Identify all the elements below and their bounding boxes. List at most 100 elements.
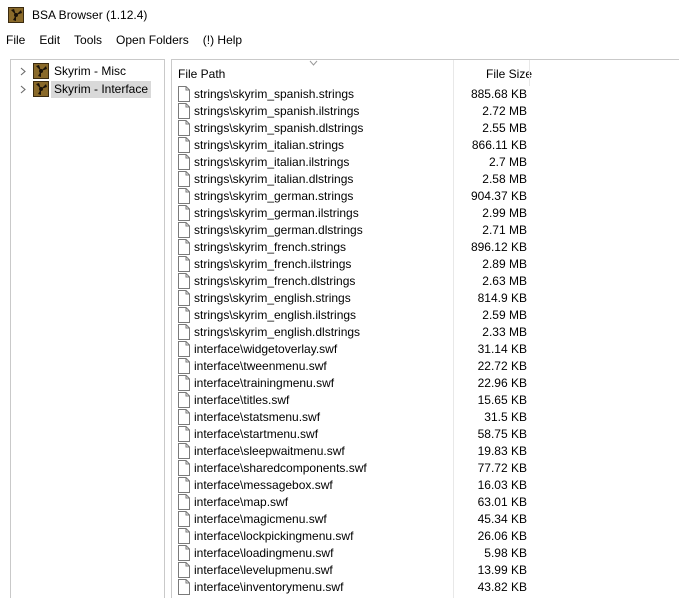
file-row[interactable]: strings\skyrim_english.strings 814.9 KB xyxy=(172,290,679,307)
file-size: 31.14 KB xyxy=(477,342,527,356)
file-path: interface\widgetoverlay.swf xyxy=(194,342,338,356)
file-path: strings\skyrim_english.strings xyxy=(194,291,351,305)
tree-node-label: Skyrim - Interface xyxy=(51,80,152,98)
file-path: interface\statsmenu.swf xyxy=(194,410,321,424)
file-row[interactable]: strings\skyrim_english.ilstrings 2.59 MB xyxy=(172,307,679,324)
file-size: 13.99 KB xyxy=(477,563,527,577)
file-row[interactable]: interface\sleepwaitmenu.swf 19.83 KB xyxy=(172,443,679,460)
menu-file[interactable]: File xyxy=(0,30,32,50)
file-size: 43.82 KB xyxy=(477,580,527,594)
file-row[interactable]: interface\widgetoverlay.swf 31.14 KB xyxy=(172,341,679,358)
file-path: interface\map.swf xyxy=(194,495,289,509)
file-size: 2.55 MB xyxy=(482,121,527,135)
file-icon xyxy=(178,205,190,221)
file-icon xyxy=(178,528,190,544)
tree-node-skyrim-interface[interactable]: Skyrim - Interface xyxy=(11,80,152,98)
file-row[interactable]: interface\inventorymenu.swf 43.82 KB xyxy=(172,579,679,596)
file-path: interface\loadingmenu.swf xyxy=(194,546,334,560)
file-row[interactable]: interface\levelupmenu.swf 13.99 KB xyxy=(172,562,679,579)
tree-node-label: Skyrim - Misc xyxy=(54,63,126,78)
file-row[interactable]: interface\magicmenu.swf 45.34 KB xyxy=(172,511,679,528)
expand-chevron-icon[interactable] xyxy=(17,62,29,80)
file-row[interactable]: strings\skyrim_italian.dlstrings 2.58 MB xyxy=(172,171,679,188)
file-path: interface\sharedcomponents.swf xyxy=(194,461,367,475)
file-icon xyxy=(178,256,190,272)
file-path: strings\skyrim_italian.strings xyxy=(194,138,345,152)
file-row[interactable]: interface\titles.swf 15.65 KB xyxy=(172,392,679,409)
column-header-file-path[interactable]: File Path xyxy=(178,67,225,81)
file-icon xyxy=(178,120,190,136)
menu-help[interactable]: (!) Help xyxy=(196,30,249,50)
file-list[interactable]: File Path File Size strings\skyrim_spani… xyxy=(171,59,679,598)
file-icon xyxy=(178,494,190,510)
file-icon xyxy=(178,562,190,578)
file-row[interactable]: strings\skyrim_english.dlstrings 2.33 MB xyxy=(172,324,679,341)
file-row[interactable]: strings\skyrim_french.strings 896.12 KB xyxy=(172,239,679,256)
file-path: strings\skyrim_french.dlstrings xyxy=(194,274,356,288)
file-path: interface\magicmenu.swf xyxy=(194,512,327,526)
file-icon xyxy=(178,392,190,408)
file-row[interactable]: interface\map.swf 63.01 KB xyxy=(172,494,679,511)
file-row[interactable]: interface\messagebox.swf 16.03 KB xyxy=(172,477,679,494)
file-path: strings\skyrim_italian.ilstrings xyxy=(194,155,350,169)
file-size: 896.12 KB xyxy=(470,240,527,254)
file-path: interface\levelupmenu.swf xyxy=(194,563,333,577)
file-icon xyxy=(178,290,190,306)
file-path: interface\inventorymenu.swf xyxy=(194,580,344,594)
file-row[interactable]: interface\sharedcomponents.swf 77.72 KB xyxy=(172,460,679,477)
column-header-file-size[interactable]: File Size xyxy=(486,67,532,81)
file-path: strings\skyrim_german.strings xyxy=(194,189,354,203)
menu-edit[interactable]: Edit xyxy=(32,30,67,50)
sort-descending-icon xyxy=(309,60,318,66)
file-size: 885.68 KB xyxy=(470,87,527,101)
file-size: 2.59 MB xyxy=(482,308,527,322)
file-row[interactable]: interface\lockpickingmenu.swf 26.06 KB xyxy=(172,528,679,545)
file-size: 45.34 KB xyxy=(477,512,527,526)
file-row[interactable]: strings\skyrim_spanish.strings 885.68 KB xyxy=(172,86,679,103)
file-size: 2.33 MB xyxy=(482,325,527,339)
file-icon xyxy=(178,426,190,442)
tree-node-skyrim-misc[interactable]: Skyrim - Misc xyxy=(11,62,129,80)
file-path: interface\startmenu.swf xyxy=(194,427,319,441)
file-size: 22.72 KB xyxy=(477,359,527,373)
file-path: strings\skyrim_italian.dlstrings xyxy=(194,172,354,186)
file-row[interactable]: strings\skyrim_german.ilstrings 2.99 MB xyxy=(172,205,679,222)
file-icon xyxy=(178,545,190,561)
file-path: strings\skyrim_spanish.strings xyxy=(194,87,355,101)
file-size: 31.5 KB xyxy=(484,410,527,424)
file-row[interactable]: interface\tweenmenu.swf 22.72 KB xyxy=(172,358,679,375)
file-path: strings\skyrim_french.ilstrings xyxy=(194,257,352,271)
file-icon xyxy=(178,375,190,391)
file-row[interactable]: interface\loadingmenu.swf 5.98 KB xyxy=(172,545,679,562)
file-size: 814.9 KB xyxy=(477,291,527,305)
file-path: interface\tweenmenu.swf xyxy=(194,359,327,373)
file-icon xyxy=(178,239,190,255)
file-row[interactable]: interface\startmenu.swf 58.75 KB xyxy=(172,426,679,443)
file-row[interactable]: strings\skyrim_spanish.ilstrings 2.72 MB xyxy=(172,103,679,120)
file-icon xyxy=(178,579,190,595)
menu-tools[interactable]: Tools xyxy=(67,30,109,50)
file-icon xyxy=(178,273,190,289)
file-icon xyxy=(178,324,190,340)
file-row[interactable]: strings\skyrim_italian.strings 866.11 KB xyxy=(172,137,679,154)
file-row[interactable]: strings\skyrim_german.strings 904.37 KB xyxy=(172,188,679,205)
file-icon xyxy=(178,188,190,204)
file-row[interactable]: interface\trainingmenu.swf 22.96 KB xyxy=(172,375,679,392)
title-bar: BSA Browser (1.12.4) xyxy=(0,0,679,30)
column-divider[interactable] xyxy=(529,60,530,86)
file-row[interactable]: strings\skyrim_german.dlstrings 2.71 MB xyxy=(172,222,679,239)
file-row[interactable]: strings\skyrim_french.dlstrings 2.63 MB xyxy=(172,273,679,290)
file-row[interactable]: strings\skyrim_french.ilstrings 2.89 MB xyxy=(172,256,679,273)
menu-open-folders[interactable]: Open Folders xyxy=(109,30,196,50)
file-path: interface\messagebox.swf xyxy=(194,478,333,492)
menu-bar: File Edit Tools Open Folders (!) Help xyxy=(0,30,679,50)
file-row[interactable]: strings\skyrim_italian.ilstrings 2.7 MB xyxy=(172,154,679,171)
file-row[interactable]: interface\statsmenu.swf 31.5 KB xyxy=(172,409,679,426)
file-icon xyxy=(178,477,190,493)
archive-tree[interactable]: Skyrim - Misc Skyrim - Interface xyxy=(10,59,165,598)
expand-chevron-icon[interactable] xyxy=(17,80,29,98)
file-path: interface\lockpickingmenu.swf xyxy=(194,529,354,543)
file-path: interface\titles.swf xyxy=(194,393,290,407)
file-row[interactable]: strings\skyrim_spanish.dlstrings 2.55 MB xyxy=(172,120,679,137)
file-path: strings\skyrim_spanish.ilstrings xyxy=(194,104,360,118)
